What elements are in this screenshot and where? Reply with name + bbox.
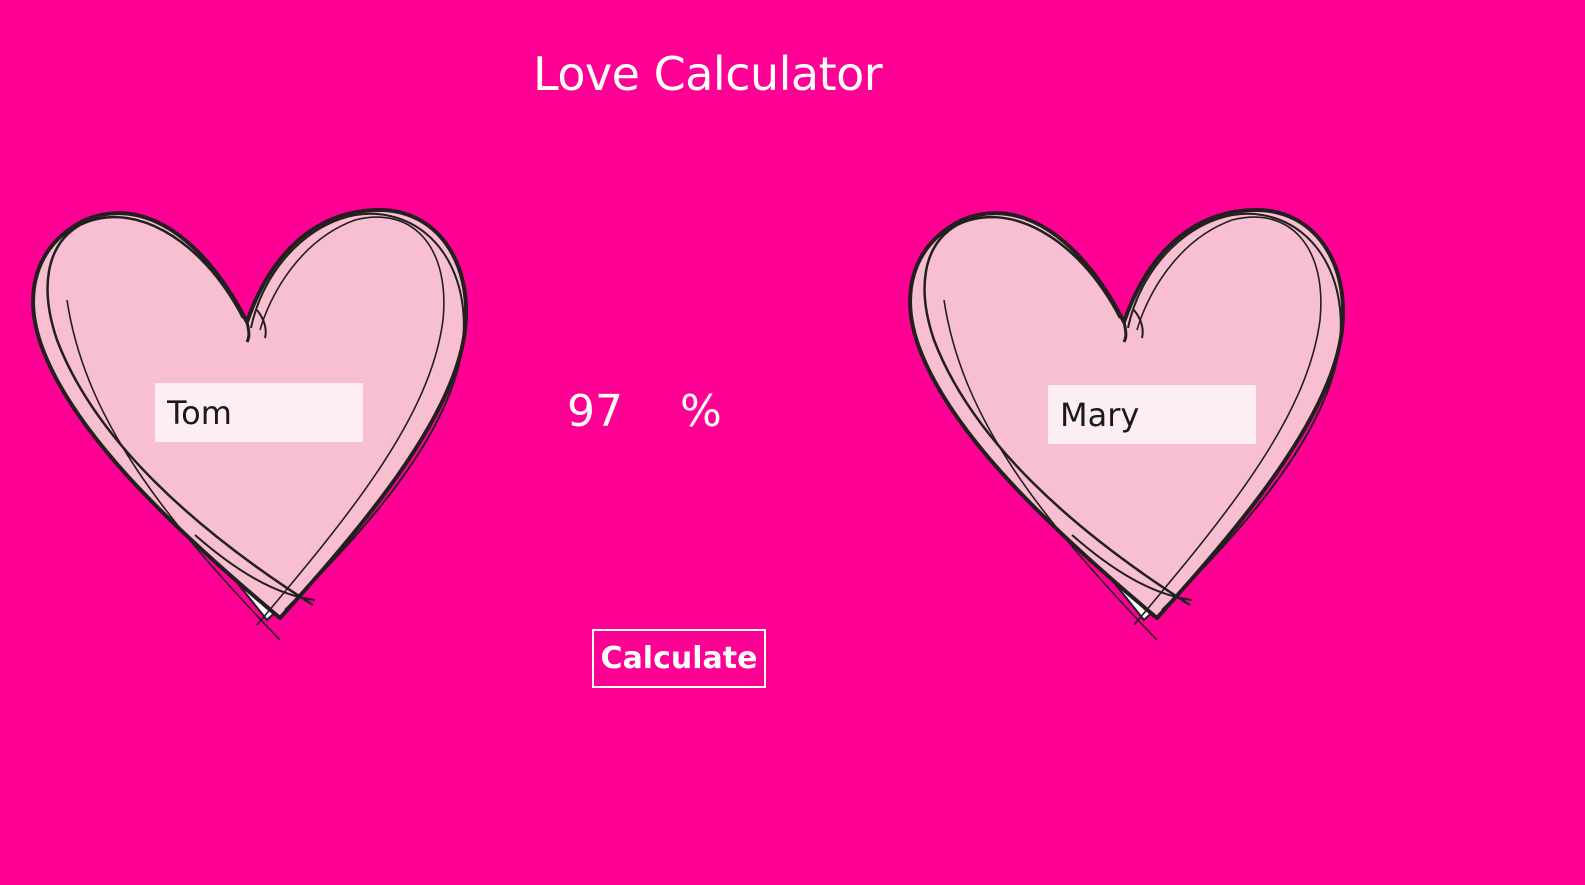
result-percentage: 97	[567, 386, 623, 437]
calculate-button[interactable]: Calculate	[592, 629, 766, 688]
second-name-input[interactable]	[1048, 385, 1256, 444]
percent-sign: %	[680, 386, 722, 437]
page-title: Love Calculator	[533, 47, 883, 101]
first-name-input[interactable]	[155, 383, 363, 442]
